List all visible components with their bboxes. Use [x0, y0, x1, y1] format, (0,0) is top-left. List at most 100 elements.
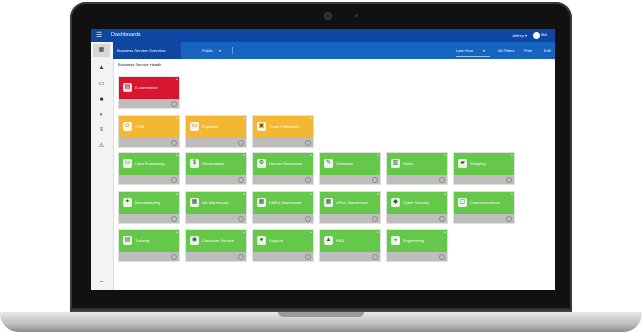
info-icon[interactable]: [171, 101, 177, 107]
info-icon[interactable]: [305, 140, 311, 146]
info-icon[interactable]: [171, 140, 177, 146]
expand-icon[interactable]: ▸: [176, 192, 178, 196]
expand-icon[interactable]: ▸: [176, 116, 178, 120]
expand-icon[interactable]: ▸: [243, 230, 245, 234]
alert-icon[interactable]: ⚠: [97, 142, 106, 151]
info-icon[interactable]: [305, 254, 311, 260]
briefcase-icon[interactable]: ■: [97, 96, 106, 105]
tile-label: NA Warehouse: [202, 200, 229, 205]
expand-icon[interactable]: ▸: [377, 192, 379, 196]
expand-icon[interactable]: ▸: [176, 230, 178, 234]
card-icon: ▭: [123, 159, 132, 168]
expand-icon[interactable]: ▸: [310, 230, 312, 234]
tile-footer: [387, 214, 447, 223]
filters-button[interactable]: All Filters: [498, 42, 514, 59]
expand-icon[interactable]: ▸: [310, 192, 312, 196]
service-tile[interactable]: ▲ R&D ▸: [319, 229, 381, 262]
expand-icon[interactable]: ▸: [176, 77, 178, 81]
wrench-icon: ✦: [123, 198, 132, 207]
service-tile[interactable]: ▤ E-commerce ▸: [118, 76, 180, 109]
service-tile[interactable]: ◉ Customer Service ▸: [185, 229, 247, 262]
expand-icon[interactable]: ▸: [243, 116, 245, 120]
user-menu[interactable]: Jeffrey ▾: [512, 29, 527, 42]
service-tile[interactable]: ▦ APAC Warehouse ▸: [319, 191, 381, 224]
tile-face: ▣ Order Fulfillment ▸: [253, 116, 313, 140]
tile-footer: [454, 175, 514, 184]
tile-face: $ Receivables ▸: [186, 153, 246, 177]
info-icon[interactable]: [238, 254, 244, 260]
info-icon[interactable]: [171, 216, 177, 222]
info-icon[interactable]: [238, 177, 244, 183]
info-icon[interactable]: [372, 177, 378, 183]
expand-icon[interactable]: ▸: [511, 153, 513, 157]
helmet-icon: ◒: [391, 236, 400, 245]
expand-icon[interactable]: ▸: [243, 153, 245, 157]
hamburger-icon[interactable]: ☰: [96, 29, 102, 42]
board-icon: ▤: [123, 236, 132, 245]
tile-footer: [119, 175, 179, 184]
info-icon[interactable]: [506, 216, 512, 222]
info-icon[interactable]: [238, 140, 244, 146]
service-tile[interactable]: ▭ Card Processing ▸: [118, 152, 180, 185]
expand-icon[interactable]: ▸: [310, 116, 312, 120]
tile-face: ▰ Shipping ▸: [454, 153, 514, 177]
expand-icon[interactable]: ▸: [444, 192, 446, 196]
store-icon: ▤: [123, 83, 132, 92]
shield-icon: ◆: [391, 198, 400, 207]
tile-label: Receivables: [202, 161, 224, 166]
minus-icon[interactable]: –: [97, 278, 106, 287]
info-icon[interactable]: [372, 216, 378, 222]
info-icon[interactable]: [439, 177, 445, 183]
service-tile[interactable]: ▦ EMEA Warehouse ▸: [252, 191, 314, 224]
info-icon[interactable]: [372, 254, 378, 260]
service-tile[interactable]: ✎ Contracts ▸: [319, 152, 381, 185]
service-tile[interactable]: ▤ Training ▸: [118, 229, 180, 262]
info-icon[interactable]: [305, 177, 311, 183]
info-icon[interactable]: [171, 254, 177, 260]
tile-face: ✦ Manufacturing ▸: [119, 192, 179, 216]
edit-button[interactable]: Edit: [544, 42, 551, 59]
info-icon[interactable]: [171, 177, 177, 183]
info-icon[interactable]: [305, 216, 311, 222]
service-tile[interactable]: ▦ NA Warehouse ▸: [185, 191, 247, 224]
tile-face: ▤ E-commerce ▸: [119, 77, 179, 101]
phone-icon[interactable]: ◐: [97, 111, 106, 120]
info-icon[interactable]: [439, 216, 445, 222]
expand-icon[interactable]: ▸: [444, 230, 446, 234]
expand-icon[interactable]: ▸: [310, 153, 312, 157]
service-tile[interactable]: ▣ Order Fulfillment ▸: [252, 115, 314, 148]
service-tile[interactable]: ◆ Cyber Security ▸: [386, 191, 448, 224]
tile-label: Customer Service: [202, 238, 234, 243]
expand-icon[interactable]: ▸: [243, 192, 245, 196]
print-button[interactable]: Print: [524, 42, 532, 59]
expand-icon[interactable]: ▸: [511, 192, 513, 196]
expand-icon[interactable]: ▸: [377, 153, 379, 157]
expand-icon[interactable]: ▸: [377, 230, 379, 234]
service-tile[interactable]: ☺ CRM ▸: [118, 115, 180, 148]
list-icon[interactable]: ≡: [97, 126, 106, 135]
chevron-down-icon[interactable]: ▾: [483, 42, 485, 59]
service-tile[interactable]: ▥ Sales ▸: [386, 152, 448, 185]
service-tile[interactable]: $ Receivables ▸: [185, 152, 247, 185]
grid-icon[interactable]: ▦: [93, 44, 110, 57]
tile-face: ▲ R&D ▸: [320, 230, 380, 254]
service-tile[interactable]: ◒ Engineering ▸: [386, 229, 448, 262]
expand-icon[interactable]: ▸: [444, 153, 446, 157]
monitor-icon[interactable]: ▭: [97, 80, 106, 89]
info-icon[interactable]: [506, 177, 512, 183]
info-icon[interactable]: [439, 254, 445, 260]
visibility-select[interactable]: Public: [202, 42, 213, 59]
tab-business-service-overview[interactable]: Business Service Overview: [113, 42, 181, 59]
service-tile[interactable]: ⚙ Human Resources ▸: [252, 152, 314, 185]
app-title: Dashboards: [111, 32, 141, 38]
service-tile[interactable]: ✦ Manufacturing ▸: [118, 191, 180, 224]
service-tile[interactable]: ▢ Communications ▸: [453, 191, 515, 224]
service-tile[interactable]: ▭ Payables ▸: [185, 115, 247, 148]
service-tile[interactable]: ● Support ▸: [252, 229, 314, 262]
info-icon[interactable]: [238, 216, 244, 222]
chevron-down-icon[interactable]: ▾: [219, 42, 221, 59]
service-tile[interactable]: ▰ Shipping ▸: [453, 152, 515, 185]
warning-icon[interactable]: ▲: [97, 64, 106, 73]
expand-icon[interactable]: ▸: [176, 153, 178, 157]
tile-face: ● Support ▸: [253, 230, 313, 254]
